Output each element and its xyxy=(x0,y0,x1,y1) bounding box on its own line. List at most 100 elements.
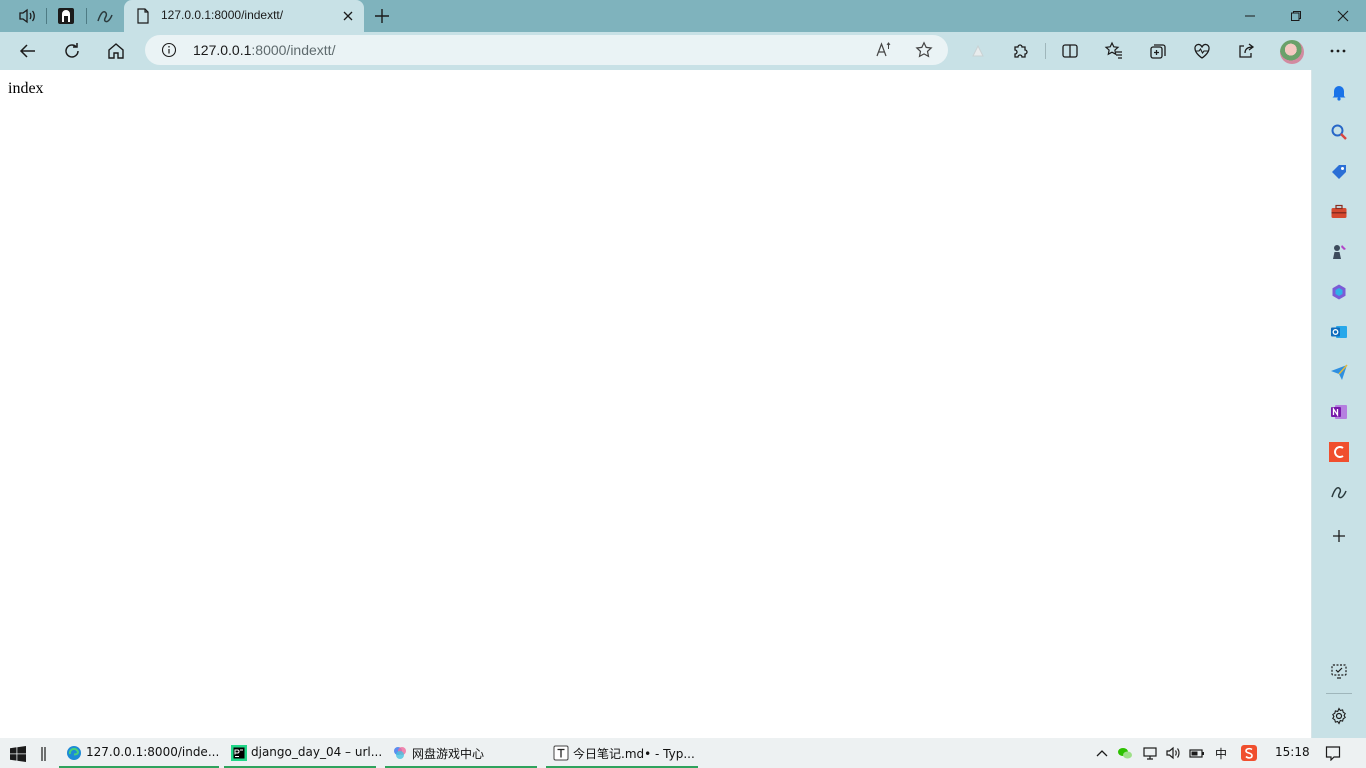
sidebar-shopping[interactable] xyxy=(1327,160,1351,184)
close-window-button[interactable] xyxy=(1320,6,1366,26)
restore-button[interactable] xyxy=(1273,6,1319,26)
chess-games-icon xyxy=(1333,245,1346,259)
gear-icon xyxy=(1332,707,1346,725)
task-view-button[interactable] xyxy=(41,746,47,766)
browser-essentials-button[interactable] xyxy=(1190,39,1214,63)
onenote-icon xyxy=(1331,405,1347,419)
toolbox-icon xyxy=(1331,204,1347,218)
taskbar: 127.0.0.1:8000/inde... django_day_04 – u… xyxy=(0,738,1366,768)
triangle-extension-icon xyxy=(972,44,984,57)
restore-icon xyxy=(1291,11,1301,21)
netdisk-game-icon xyxy=(394,747,406,759)
tray-volume[interactable] xyxy=(1165,745,1181,761)
tab-title: 127.0.0.1:8000/indextt/ xyxy=(161,8,284,22)
new-tab-icon[interactable] xyxy=(372,6,392,26)
sogou-input-icon xyxy=(1241,745,1257,761)
chevron-up-icon xyxy=(1096,750,1108,757)
tab-separator xyxy=(46,8,47,24)
notification-icon xyxy=(1325,746,1341,761)
settings-more-button[interactable] xyxy=(1326,39,1350,63)
sidebar-outlook[interactable] xyxy=(1327,320,1351,344)
task-view-icon xyxy=(41,747,46,761)
page-icon xyxy=(137,8,149,24)
sidebar-settings[interactable] xyxy=(1327,704,1351,728)
collections-button[interactable] xyxy=(1146,39,1170,63)
sidebar-add[interactable] xyxy=(1327,524,1351,548)
bell-icon xyxy=(1332,86,1346,101)
pycharm-icon xyxy=(231,745,247,761)
address-bar[interactable]: 127.0.0.1:8000/indextt/ xyxy=(145,35,948,65)
sidebar-script-app[interactable] xyxy=(1327,480,1351,504)
url-text[interactable]: 127.0.0.1:8000/indextt/ xyxy=(193,42,335,58)
sidebar-screenshot[interactable] xyxy=(1327,659,1351,683)
sidebar-c-app[interactable] xyxy=(1327,440,1351,464)
minimize-button[interactable] xyxy=(1227,6,1273,26)
tray-sogou[interactable] xyxy=(1241,745,1257,761)
taskbar-item-label: django_day_04 – url... xyxy=(251,745,383,759)
sidebar-onenote[interactable] xyxy=(1327,400,1351,424)
taskbar-item-edge[interactable]: 127.0.0.1:8000/inde... xyxy=(59,738,219,768)
taskbar-item-netdisk-games[interactable]: 网盘游戏中心 xyxy=(385,738,537,768)
speaker-icon xyxy=(1166,746,1180,760)
plus-icon xyxy=(1333,530,1345,542)
browser-toolbar: 127.0.0.1:8000/indextt/ xyxy=(0,32,1366,70)
edge-sidebar xyxy=(1312,70,1366,738)
minimize-icon xyxy=(1245,15,1255,17)
favorite-star-icon[interactable] xyxy=(915,41,933,59)
tray-overflow-button[interactable] xyxy=(1094,745,1110,761)
home-icon xyxy=(108,43,124,59)
share-button[interactable] xyxy=(1234,39,1258,63)
search-icon xyxy=(1331,124,1347,140)
screen-capture-icon xyxy=(1331,664,1347,679)
script-logo-icon xyxy=(97,10,113,23)
extensions-button[interactable] xyxy=(1009,39,1033,63)
info-icon[interactable] xyxy=(161,42,177,58)
collections-icon xyxy=(1150,44,1166,59)
sidebar-notifications[interactable] xyxy=(1327,80,1351,104)
pinned-tab-app[interactable] xyxy=(51,4,81,28)
tab-strip: 127.0.0.1:8000/indextt/ xyxy=(0,0,1366,32)
tray-ime[interactable]: 中 xyxy=(1213,745,1229,761)
more-dots-icon xyxy=(1330,49,1346,53)
clock[interactable]: 15:18 xyxy=(1275,745,1310,759)
wechat-icon xyxy=(1118,748,1132,759)
typora-icon xyxy=(553,745,569,761)
tray-battery[interactable] xyxy=(1189,745,1205,761)
speaker-icon xyxy=(19,8,35,24)
refresh-button[interactable] xyxy=(60,39,84,63)
close-window-icon xyxy=(1337,10,1349,22)
profile-avatar[interactable] xyxy=(1280,40,1304,64)
read-aloud-icon[interactable] xyxy=(875,41,893,59)
extension-triangle-button[interactable] xyxy=(966,39,990,63)
tray-wechat[interactable] xyxy=(1117,745,1133,761)
split-screen-button[interactable] xyxy=(1058,39,1082,63)
back-button[interactable] xyxy=(16,39,40,63)
sidebar-drop[interactable] xyxy=(1327,360,1351,384)
sidebar-separator xyxy=(1326,693,1352,694)
close-icon[interactable] xyxy=(340,8,356,24)
sidebar-games[interactable] xyxy=(1327,240,1351,264)
taskbar-item-label: 127.0.0.1:8000/inde... xyxy=(86,745,220,759)
active-tab[interactable]: 127.0.0.1:8000/indextt/ xyxy=(124,0,364,32)
pinned-tab-copilot[interactable] xyxy=(90,4,120,28)
url-path: :8000/indextt/ xyxy=(251,42,336,58)
pinned-tab-audio[interactable] xyxy=(12,4,42,28)
network-icon xyxy=(1143,747,1157,760)
favorites-button[interactable] xyxy=(1102,39,1126,63)
taskbar-item-typora[interactable]: 今日笔记.md• - Typ... xyxy=(546,738,698,768)
notification-center-button[interactable] xyxy=(1325,745,1341,761)
microsoft365-icon xyxy=(1332,284,1346,300)
home-button[interactable] xyxy=(104,39,128,63)
tray-network[interactable] xyxy=(1142,745,1158,761)
puzzle-icon xyxy=(1014,44,1028,58)
battery-plug-icon xyxy=(1189,749,1204,758)
sidebar-search[interactable] xyxy=(1327,120,1351,144)
refresh-icon xyxy=(65,43,79,58)
url-host: 127.0.0.1 xyxy=(193,42,252,58)
taskbar-item-pycharm[interactable]: django_day_04 – url... xyxy=(224,738,382,768)
arch-app-icon xyxy=(58,8,74,24)
sidebar-microsoft365[interactable] xyxy=(1327,280,1351,304)
start-button[interactable] xyxy=(10,746,26,766)
ime-indicator: 中 xyxy=(1214,746,1227,761)
sidebar-tools[interactable] xyxy=(1327,200,1351,224)
